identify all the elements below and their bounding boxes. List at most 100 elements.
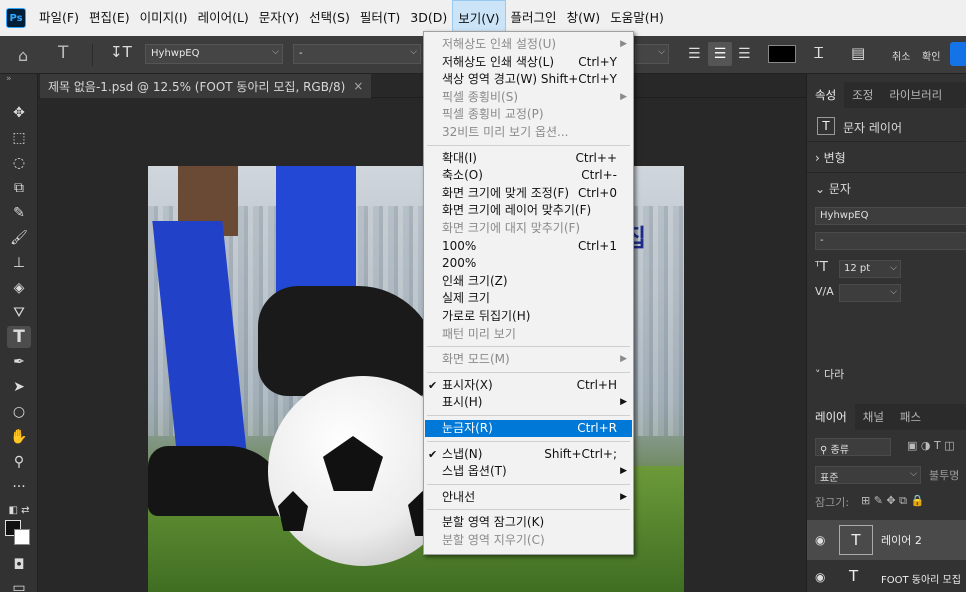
menu-5[interactable]: 선택(S)	[304, 0, 355, 36]
view-menu-item[interactable]: 200%	[425, 255, 632, 272]
layer-row[interactable]: ◉ T FOOT 동아리 모집	[807, 562, 966, 592]
menu-1[interactable]: 편집(E)	[84, 0, 135, 36]
view-menu-item[interactable]: ✔ 스냅(N) Shift+Ctrl+;	[425, 446, 632, 463]
tab-channels[interactable]: 채널	[855, 404, 892, 430]
view-menu-item-label: 분할 영역 지우기(C)	[442, 533, 545, 547]
warp-text-icon[interactable]: Ꮖ	[814, 44, 824, 62]
collapse-icon[interactable]: »	[6, 74, 12, 84]
default-colors-icon[interactable]: ◧ ⇄	[7, 499, 31, 521]
tab-properties[interactable]: 속성	[807, 82, 845, 108]
align-center-icon[interactable]: ☰	[708, 42, 732, 66]
quick-mask-icon[interactable]: ◘	[7, 554, 31, 576]
stamp-tool-icon[interactable]: ⊥	[7, 252, 31, 274]
view-menu-item[interactable]: 스냅 옵션(T) ▶	[425, 463, 632, 480]
view-menu-item[interactable]: 색상 영역 경고(W) Shift+Ctrl+Y	[425, 71, 632, 88]
canvas-area[interactable]: 집	[38, 98, 806, 592]
photoshop-logo: Ps	[6, 8, 26, 28]
move-tool-icon[interactable]: ✥	[7, 102, 31, 124]
menu-3[interactable]: 레이어(L)	[193, 0, 254, 36]
view-menu-item[interactable]: 저해상도 인쇄 색상(L) Ctrl+Y	[425, 54, 632, 71]
menu-6[interactable]: 필터(T)	[355, 0, 405, 36]
view-menu-item[interactable]: 가로로 뒤집기(H)	[425, 308, 632, 325]
character-panel-icon[interactable]: ▤	[851, 44, 865, 62]
zoom-tool-icon[interactable]: ⚲	[7, 451, 31, 473]
text-orientation-icon[interactable]: ↧T	[110, 43, 132, 61]
view-menu-item[interactable]: 눈금자(R) Ctrl+R	[425, 420, 632, 437]
view-menu-item[interactable]: 안내선 ▶	[425, 489, 632, 506]
align-right-icon[interactable]: ☰	[738, 46, 751, 62]
paragraph-section[interactable]: ˅ 다라	[815, 366, 844, 382]
hand-tool-icon[interactable]: ✋	[7, 426, 31, 448]
more-tools-icon[interactable]: ···	[7, 476, 31, 498]
transform-section[interactable]: › 변형	[815, 149, 846, 166]
cancel-button[interactable]: 취소	[892, 48, 910, 63]
document-tab[interactable]: 제목 없음-1.psd @ 12.5% (FOOT 동아리 모집, RGB/8)…	[40, 74, 372, 98]
eraser-tool-icon[interactable]: ◈	[7, 277, 31, 299]
type-tool-icon[interactable]: T	[58, 43, 68, 63]
view-menu-item[interactable]: 축소(O) Ctrl+-	[425, 167, 632, 184]
font-family-select[interactable]: HyhwpEQ ⌵	[145, 44, 283, 64]
font-family-field[interactable]: HyhwpEQ	[815, 207, 966, 225]
font-size-select[interactable]: ⌵	[635, 44, 669, 64]
view-menu-item[interactable]: 100% Ctrl+1	[425, 238, 632, 255]
path-select-tool-icon[interactable]: ➤	[7, 376, 31, 398]
home-icon[interactable]: ⌂	[18, 46, 28, 65]
tab-paths[interactable]: 패스	[892, 404, 929, 430]
tab-layers[interactable]: 레이어	[807, 404, 855, 430]
marquee-tool-icon[interactable]: ⬚	[7, 127, 31, 149]
background-color-swatch[interactable]	[14, 529, 30, 545]
share-button[interactable]	[950, 42, 966, 66]
font-style-field[interactable]: -	[815, 232, 966, 250]
checkmark-icon: ✔	[428, 378, 438, 392]
type-tool-icon[interactable]: T	[7, 326, 31, 348]
menu-2[interactable]: 이미지(I)	[135, 0, 193, 36]
view-menu-item-label: 안내선	[442, 489, 476, 504]
view-menu-item[interactable]: 확대(I) Ctrl++	[425, 150, 632, 167]
tab-adjustments[interactable]: 조정	[844, 82, 881, 108]
lock-icons[interactable]: ⊞ ✎ ✥ ⧉ 🔒	[861, 494, 924, 508]
brush-tool-icon[interactable]: 🖌	[7, 227, 31, 249]
text-layer-label: 문자 레이어	[843, 121, 903, 135]
menu-separator	[427, 483, 630, 485]
view-menu-item: 저해상도 인쇄 설정(U) ▶	[425, 36, 632, 53]
align-left-icon[interactable]: ☰	[688, 46, 701, 62]
view-menu-item-label: 저해상도 인쇄 색상(L)	[442, 54, 554, 69]
view-menu-item[interactable]: 분할 영역 잠그기(K)	[425, 514, 632, 531]
pen-tool-icon[interactable]: ✒	[7, 351, 31, 373]
menu-4[interactable]: 문자(Y)	[254, 0, 304, 36]
font-style-select[interactable]: - ⌵	[293, 44, 421, 64]
view-menu-item[interactable]: ✔ 표시자(X) Ctrl+H	[425, 377, 632, 394]
kerning-field[interactable]: ⌵	[839, 284, 901, 302]
view-menu-item-label: 인쇄 크기(Z)	[442, 273, 508, 288]
shortcut-label: Ctrl+1	[577, 238, 617, 253]
layer-filter-search[interactable]: ⚲ 종류	[815, 438, 891, 456]
character-section[interactable]: ⌄ 문자	[815, 180, 851, 197]
visibility-eye-icon[interactable]: ◉	[815, 570, 825, 584]
view-menu-item[interactable]: 실제 크기	[425, 290, 632, 307]
screen-mode-icon[interactable]: ▭	[7, 577, 31, 592]
filter-icons[interactable]: ▣ ◑ T ◫	[907, 439, 955, 452]
ellipse-tool-icon[interactable]: ○	[7, 401, 31, 423]
commit-button[interactable]: 확인	[922, 48, 940, 63]
visibility-eye-icon[interactable]: ◉	[815, 533, 825, 547]
view-menu-item[interactable]: 인쇄 크기(Z)	[425, 273, 632, 290]
font-size-field[interactable]: 12 pt ⌵	[839, 260, 901, 278]
menu-0[interactable]: 파일(F)	[34, 0, 84, 36]
view-menu-item: 픽셀 종횡비(S) ▶	[425, 89, 632, 106]
tab-libraries[interactable]: 라이브러리	[881, 82, 950, 108]
eyedropper-tool-icon[interactable]: ✎	[7, 202, 31, 224]
view-menu-item-label: 패턴 미리 보기	[442, 326, 516, 341]
close-icon[interactable]: ×	[353, 79, 363, 93]
view-menu-item[interactable]: 표시(H) ▶	[425, 394, 632, 411]
layer-row[interactable]: ◉ T 레이어 2	[807, 520, 966, 560]
text-color-swatch[interactable]	[768, 45, 796, 63]
lasso-tool-icon[interactable]: ◌	[7, 152, 31, 174]
blend-mode-select[interactable]: 표준 ⌵	[815, 466, 921, 484]
view-menu-item-label: 눈금자(R)	[442, 421, 493, 435]
paint-bucket-tool-icon[interactable]: ⛛	[7, 302, 31, 324]
right-panel: 속성 조정 라이브러리 T 문자 레이어 › 변형 ⌄ 문자 HyhwpEQ -…	[806, 74, 966, 592]
object-select-tool-icon[interactable]: ⧉	[7, 177, 31, 199]
view-menu-item[interactable]: 화면 크기에 맞게 조정(F) Ctrl+0	[425, 185, 632, 202]
view-menu-item[interactable]: 화면 크기에 레이어 맞추기(F)	[425, 202, 632, 219]
view-menu-item-label: 화면 크기에 맞게 조정(F)	[442, 185, 570, 200]
